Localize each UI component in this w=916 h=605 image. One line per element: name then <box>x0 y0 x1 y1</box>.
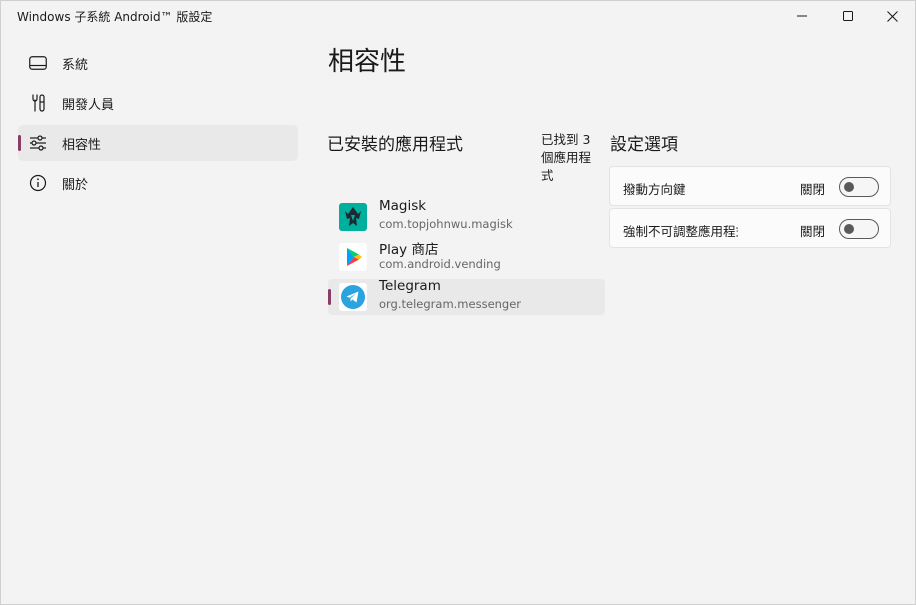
sliders-icon <box>28 133 48 153</box>
minimize-icon <box>797 15 807 17</box>
app-name: Telegram <box>379 278 441 294</box>
setting-state: 關閉 <box>800 224 826 239</box>
setting-card-force-non-resizable: 強制不可調整應用程式大小 關閉 <box>609 208 891 248</box>
play-store-icon <box>339 243 367 271</box>
info-icon <box>28 173 48 193</box>
app-name: Magisk <box>379 198 427 214</box>
app-row-magisk[interactable]: Magisk com.topjohnwu.magisk <box>328 198 605 235</box>
close-icon <box>886 10 898 22</box>
page-title: 相容性 <box>328 47 407 77</box>
telegram-icon <box>339 283 367 311</box>
sidebar-item-label: 系統 <box>62 58 89 73</box>
magisk-icon <box>339 203 367 231</box>
toggle-switch[interactable] <box>839 177 879 197</box>
app-package: org.telegram.messenger <box>379 297 522 311</box>
setting-card-swipe-arrow-keys: 撥動方向鍵 關閉 <box>609 166 891 206</box>
title-bar[interactable]: Windows 子系統 Android™ 版設定 <box>1 1 915 31</box>
toggle-switch[interactable] <box>839 219 879 239</box>
sidebar-item-about[interactable]: 關於 <box>18 165 298 201</box>
app-package: com.android.vending <box>379 257 501 271</box>
settings-window: Windows 子系統 Android™ 版設定 系統 開發人員 相容性 關於 … <box>0 0 916 605</box>
maximize-icon <box>843 11 853 21</box>
maximize-button[interactable] <box>825 1 871 31</box>
sidebar-item-label: 關於 <box>62 178 89 193</box>
sidebar-item-label: 開發人員 <box>62 98 115 113</box>
close-button[interactable] <box>869 1 915 31</box>
sidebar-item-label: 相容性 <box>62 138 102 153</box>
installed-apps-heading: 已安裝的應用程式 <box>327 135 463 155</box>
tools-icon <box>28 93 48 113</box>
selection-indicator <box>18 135 21 151</box>
toggle-knob <box>844 182 854 192</box>
sidebar-item-system[interactable]: 系統 <box>18 45 298 81</box>
toggle-knob <box>844 224 854 234</box>
app-row-play-store[interactable]: Play 商店 com.android.vending <box>328 239 605 275</box>
setting-state: 關閉 <box>800 182 826 197</box>
setting-label: 撥動方向鍵 <box>623 182 686 197</box>
selection-indicator <box>328 289 331 305</box>
found-count: 已找到 3 個應用程式 <box>541 132 592 183</box>
setting-label: 強制不可調整應用程式大小 <box>623 224 738 239</box>
app-row-telegram[interactable]: Telegram org.telegram.messenger <box>328 278 605 315</box>
minimize-button[interactable] <box>779 1 825 31</box>
window-title: Windows 子系統 Android™ 版設定 <box>17 10 213 24</box>
app-package: com.topjohnwu.magisk <box>379 217 513 231</box>
display-icon <box>28 53 48 73</box>
sidebar-item-developer[interactable]: 開發人員 <box>18 85 298 121</box>
app-name: Play 商店 <box>379 242 439 258</box>
sidebar-item-compatibility[interactable]: 相容性 <box>18 125 298 161</box>
settings-options-heading: 設定選項 <box>610 135 678 155</box>
